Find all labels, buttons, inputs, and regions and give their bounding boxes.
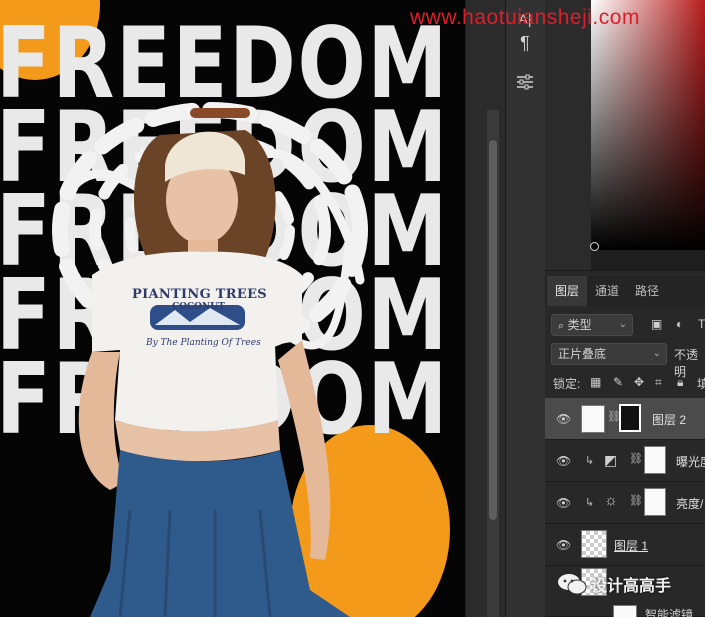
- wechat-account-name: 设计高高手: [591, 578, 672, 595]
- lock-move-icon[interactable]: ✥: [634, 375, 644, 389]
- color-saturation-field[interactable]: [591, 0, 705, 250]
- layer-filter-select[interactable]: ⌕ 类型 ⌄: [551, 314, 633, 336]
- site-watermark: www.haotuiansheji.com: [410, 6, 640, 29]
- lock-artboard-icon[interactable]: ⌗: [655, 375, 662, 390]
- layer-name[interactable]: 曝光度: [676, 453, 705, 470]
- chevron-down-icon: ⌄: [618, 319, 627, 330]
- adjust-icon[interactable]: [508, 67, 542, 97]
- fill-label: 填: [697, 377, 705, 391]
- layer-name[interactable]: 图层 1: [614, 537, 648, 554]
- shirt-script: By The Planting Of Trees: [146, 338, 261, 348]
- blend-mode-value: 正片叠底: [558, 347, 607, 361]
- filter-kind-value: 类型: [567, 318, 592, 332]
- color-pointer[interactable]: [590, 242, 599, 251]
- lock-label: 锁定:: [553, 377, 581, 391]
- layer-name[interactable]: 图层 2: [652, 411, 686, 428]
- visibility-eye-icon[interactable]: 👁︎: [556, 455, 571, 467]
- tab-channels[interactable]: 通道: [588, 276, 626, 306]
- visibility-eye-icon[interactable]: 👁︎: [556, 497, 571, 509]
- shirt-title: PIANTING TREES: [132, 287, 267, 302]
- lock-transparent-icon[interactable]: ▦: [590, 375, 601, 389]
- scrollbar-thumb[interactable]: [489, 140, 497, 520]
- model-photo: [78, 108, 350, 617]
- clipping-arrow-icon: ↳: [585, 497, 595, 509]
- lock-brush-icon[interactable]: ✎: [613, 375, 623, 389]
- visibility-eye-icon[interactable]: 👁︎: [556, 539, 571, 551]
- document-canvas[interactable]: FREEDOM FREEDOM FREEDOM FREEDOM FREEDOM: [0, 0, 465, 617]
- filter-image-icon[interactable]: ▣: [651, 317, 662, 331]
- adjustment-mask-thumbnail[interactable]: [644, 488, 666, 516]
- wechat-watermark: 设计高高手: [557, 572, 671, 596]
- layer-mask-thumbnail[interactable]: [619, 404, 641, 432]
- link-icon[interactable]: ⛓︎: [629, 494, 643, 507]
- layer-thumbnail: [581, 405, 605, 433]
- adjustment-mask-thumbnail[interactable]: [644, 446, 666, 474]
- shirt-subtitle: COCONUT: [172, 302, 225, 312]
- wechat-icon: [558, 574, 587, 595]
- lock-all-icon[interactable]: 🔒︎: [677, 375, 683, 390]
- clipping-arrow-icon: ↳: [585, 455, 595, 467]
- tab-paths[interactable]: 路径: [628, 276, 666, 306]
- paragraph-icon[interactable]: ¶: [508, 28, 542, 58]
- sliders-icon: [517, 74, 533, 90]
- layer-thumbnail: [581, 530, 607, 558]
- color-panel-background: [545, 0, 591, 270]
- brightness-adjustment-icon: ☼: [604, 492, 618, 509]
- chevron-down-icon: ⌄: [652, 348, 661, 359]
- filter-adjustment-icon[interactable]: ◐: [676, 317, 683, 331]
- tab-layers[interactable]: 图层: [547, 276, 587, 306]
- link-icon[interactable]: ⛓︎: [629, 452, 643, 465]
- blend-mode-select[interactable]: 正片叠底 ⌄: [551, 343, 667, 365]
- smart-filter-thumbnail: [613, 605, 637, 617]
- exposure-adjustment-icon: ◩: [604, 452, 618, 468]
- panel-gutter: [465, 0, 505, 617]
- search-icon: ⌕: [558, 320, 565, 332]
- layer-name[interactable]: 亮度/: [676, 495, 703, 512]
- filter-type-icon[interactable]: T: [698, 317, 705, 331]
- visibility-eye-icon[interactable]: 👁︎: [556, 413, 571, 425]
- layer-name[interactable]: 智能滤镜: [645, 606, 693, 617]
- paragraph-icon-label: ¶: [520, 32, 530, 53]
